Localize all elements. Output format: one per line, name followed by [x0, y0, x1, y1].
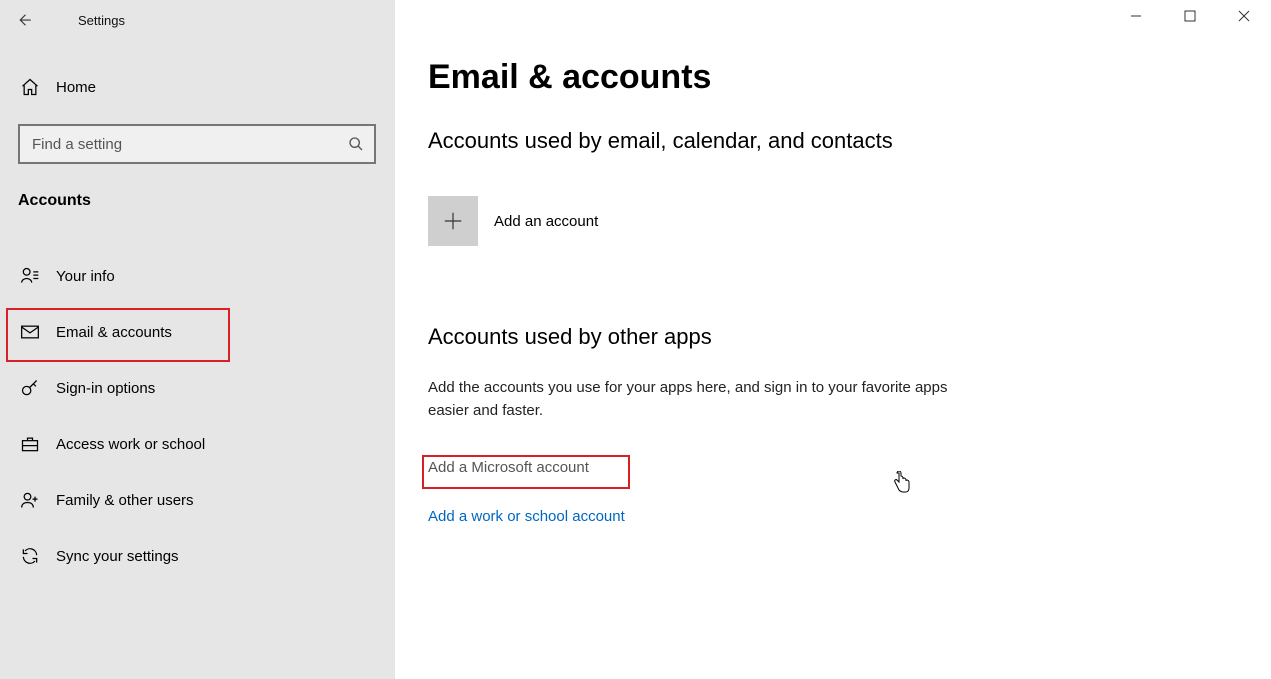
key-icon: [18, 378, 42, 398]
person-icon: [18, 266, 42, 286]
sidebar-item-access-work[interactable]: Access work or school: [0, 416, 395, 472]
sidebar-item-your-info[interactable]: Your info: [0, 248, 395, 304]
sidebar-item-family-users[interactable]: Family & other users: [0, 472, 395, 528]
sidebar-item-label: Access work or school: [56, 436, 205, 453]
people-plus-icon: [18, 490, 42, 510]
home-label: Home: [56, 79, 96, 96]
sidebar-item-email-accounts[interactable]: Email & accounts: [0, 304, 395, 360]
maximize-icon: [1184, 10, 1196, 22]
sidebar: Settings Home Accounts Your info: [0, 0, 395, 679]
maximize-button[interactable]: [1163, 0, 1217, 32]
window-controls: [1109, 0, 1271, 32]
search-icon: [338, 126, 374, 162]
mail-icon: [18, 322, 42, 342]
sidebar-item-label: Your info: [56, 268, 115, 285]
sidebar-item-label: Sign-in options: [56, 380, 155, 397]
search-box[interactable]: [18, 124, 376, 164]
close-button[interactable]: [1217, 0, 1271, 32]
sidebar-item-label: Sync your settings: [56, 548, 179, 565]
close-icon: [1238, 10, 1250, 22]
back-arrow-icon: [15, 11, 33, 29]
add-work-school-account-link[interactable]: Add a work or school account: [428, 508, 625, 525]
minimize-button[interactable]: [1109, 0, 1163, 32]
sidebar-item-signin-options[interactable]: Sign-in options: [0, 360, 395, 416]
briefcase-icon: [18, 434, 42, 454]
category-header: Accounts: [18, 192, 91, 210]
home-nav[interactable]: Home: [0, 65, 395, 109]
home-icon: [18, 77, 42, 97]
section-description: Add the accounts you use for your apps h…: [428, 376, 948, 423]
cursor-pointer-icon: [893, 471, 911, 493]
minimize-icon: [1130, 10, 1142, 22]
search-input[interactable]: [20, 136, 338, 153]
main: Email & accounts Accounts used by email,…: [395, 0, 1271, 679]
nav-list: Your info Email & accounts Sign-in optio…: [0, 248, 395, 584]
add-microsoft-account-link[interactable]: Add a Microsoft account: [428, 459, 589, 476]
add-account-label: Add an account: [494, 213, 598, 230]
app-title: Settings: [78, 13, 125, 28]
add-account-button[interactable]: Add an account: [428, 196, 598, 246]
sidebar-item-sync[interactable]: Sync your settings: [0, 528, 395, 584]
back-button[interactable]: [0, 0, 48, 40]
titlebar: Settings: [0, 0, 395, 40]
page-title: Email & accounts: [428, 58, 711, 97]
sidebar-item-label: Email & accounts: [56, 324, 172, 341]
sync-icon: [18, 546, 42, 566]
sidebar-item-label: Family & other users: [56, 492, 194, 509]
section-header-other-apps: Accounts used by other apps: [428, 324, 712, 350]
plus-icon: [428, 196, 478, 246]
section-header-email: Accounts used by email, calendar, and co…: [428, 128, 893, 154]
